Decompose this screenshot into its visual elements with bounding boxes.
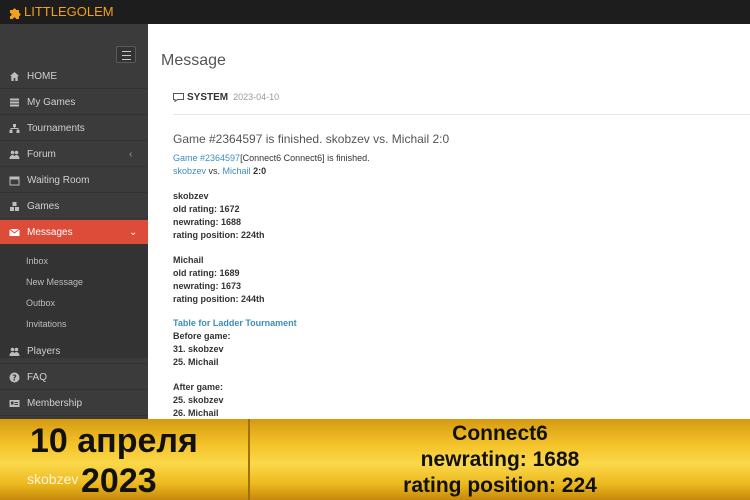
player1-link[interactable]: skobzev: [173, 166, 206, 176]
list-icon: [10, 98, 19, 107]
p2-name: Michail: [173, 255, 204, 265]
logo[interactable]: LITTLEGOLEM: [9, 4, 114, 20]
after-game-heading: After game:: [173, 382, 224, 392]
sidebar: HOME My Games Tournaments Forum ‹ Waitin…: [0, 24, 148, 419]
sidebar-item-label: Messages: [27, 227, 73, 238]
comment-icon: [173, 92, 184, 102]
divider: [173, 114, 750, 115]
message-line-game: Game #2364597[Connect6 Connect6] is fini…: [173, 152, 370, 164]
sidebar-item-label: Tournaments: [27, 123, 85, 134]
users-icon: [9, 347, 20, 356]
banner-date-day: 10 апреля: [30, 422, 198, 460]
question-icon: ?: [9, 372, 20, 383]
sidebar-item-waiting-room[interactable]: Waiting Room: [0, 168, 148, 193]
score: 2:0: [253, 166, 267, 176]
message-sender: SYSTEM: [187, 91, 229, 103]
p1-new-rating: newrating: 1688: [173, 217, 242, 227]
p1-rating-position: rating position: 224th: [173, 230, 265, 240]
calendar-icon: [9, 176, 20, 186]
envelope-icon: [9, 228, 20, 236]
p1-name: skobzev: [173, 191, 209, 201]
vs-text: vs.: [206, 166, 223, 176]
sidebar-item-label: Waiting Room: [27, 175, 90, 186]
after-rank-2: 26. Michail: [173, 408, 219, 418]
home-icon: [10, 72, 19, 81]
banner-game: Connect6: [452, 422, 548, 445]
submenu-item-invitations[interactable]: Invitations: [26, 318, 67, 330]
sidebar-item-players[interactable]: Players: [0, 339, 148, 364]
ladder-table-link[interactable]: Table for Ladder Tournament: [173, 317, 297, 329]
banner-username: skobzev: [27, 471, 79, 487]
sidebar-item-label: Forum: [27, 149, 56, 160]
sidebar-item-label: HOME: [27, 71, 57, 82]
sidebar-item-label: My Games: [27, 97, 76, 108]
p2-new-rating: newrating: 1673: [173, 281, 242, 291]
sidebar-item-tournaments[interactable]: Tournaments: [0, 116, 148, 141]
player2-link[interactable]: Michail: [223, 166, 251, 176]
p2-old-rating: old rating: 1689: [173, 268, 240, 278]
logo-text: LITTLEGOLEM: [24, 4, 114, 19]
sidebar-item-label: Games: [27, 201, 60, 212]
p2-rating-position: rating position: 244th: [173, 294, 265, 304]
game-link[interactable]: Game #2364597: [173, 153, 240, 163]
banner-date-year: 2023: [81, 462, 157, 500]
chevron-left-icon: ‹: [129, 149, 133, 160]
sidebar-item-forum[interactable]: Forum ‹: [0, 142, 148, 167]
game-text: [Connect6 Connect6] is finished.: [240, 153, 370, 163]
page-title: Message: [161, 52, 226, 69]
puzzle-piece-icon: [10, 8, 21, 19]
sidebar-item-label: Players: [27, 346, 61, 357]
sidebar-item-label: FAQ: [27, 372, 48, 383]
p1-old-rating: old rating: 1672: [173, 204, 240, 214]
id-card-icon: [9, 400, 20, 407]
sidebar-item-faq[interactable]: ? FAQ: [0, 365, 148, 390]
main-content: Message SYSTEM 2023-04-10 Game #2364597 …: [148, 24, 750, 419]
sidebar-item-membership[interactable]: Membership: [0, 391, 148, 416]
before-rank-2: 25. Michail: [173, 357, 219, 367]
sitemap-icon: [9, 124, 20, 133]
sidebar-item-label: Membership: [27, 398, 83, 409]
before-game-heading: Before game:: [173, 331, 231, 341]
cubes-icon: [10, 202, 19, 211]
message-subject: Game #2364597 is finished. skobzev vs. M…: [173, 132, 450, 146]
top-bar: LITTLEGOLEM: [0, 0, 750, 24]
chevron-down-icon: ⌄: [129, 227, 138, 238]
result-banner: 10 апреля skobzev 2023 Connect6 newratin…: [0, 419, 750, 500]
before-rank-1: 31. skobzev: [173, 344, 224, 354]
after-rank-1: 25. skobzev: [173, 395, 224, 405]
banner-rating-position: rating position: 224: [403, 474, 597, 497]
submenu-item-new-message[interactable]: New Message: [26, 276, 83, 288]
sidebar-item-home[interactable]: HOME: [0, 64, 148, 89]
submenu-item-inbox[interactable]: Inbox: [26, 255, 48, 267]
svg-text:?: ?: [12, 374, 17, 383]
submenu-item-outbox[interactable]: Outbox: [26, 297, 55, 309]
users-icon: [9, 150, 20, 159]
banner-newrating: newrating: 1688: [420, 448, 580, 471]
sidebar-item-games[interactable]: Games: [0, 194, 148, 219]
message-line-players: skobzev vs. Michail 2:0: [173, 165, 266, 177]
banner-result: Connect6 newrating: 1688 rating position…: [250, 421, 750, 499]
sidebar-toggle-button[interactable]: [116, 46, 136, 63]
sidebar-item-messages[interactable]: Messages ⌄: [0, 220, 148, 245]
message-date: 2023-04-10: [233, 92, 280, 102]
message-header: SYSTEM 2023-04-10: [173, 91, 279, 103]
sidebar-item-my-games[interactable]: My Games: [0, 90, 148, 115]
